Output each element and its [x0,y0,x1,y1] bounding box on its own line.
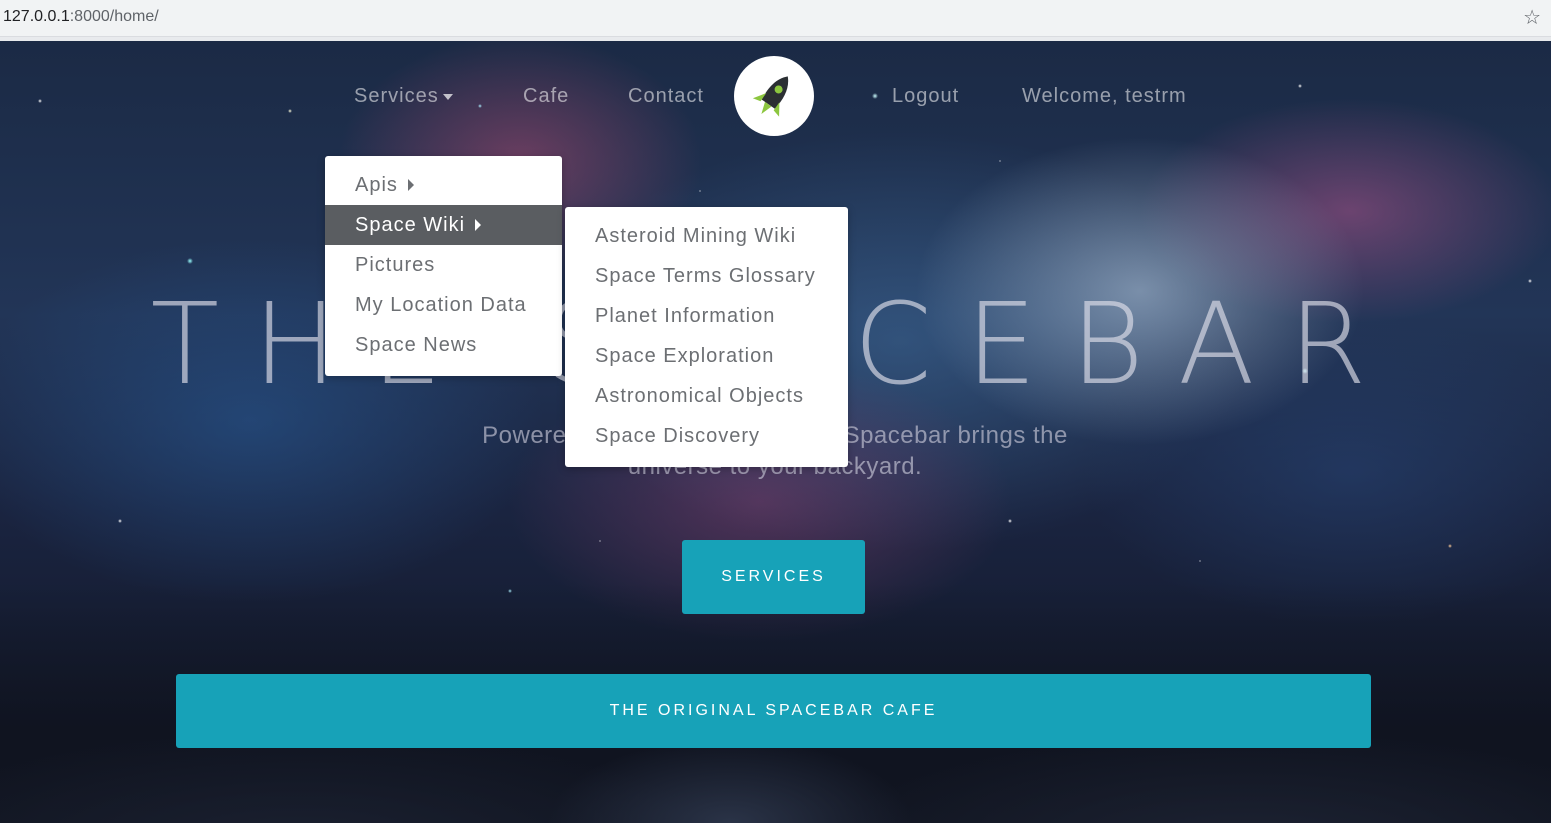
services-button[interactable]: SERVICES [682,540,865,614]
nav-logout[interactable]: Logout [892,85,959,108]
space-wiki-submenu: Asteroid Mining Wiki Space Terms Glossar… [565,207,848,467]
menu-item-space-wiki[interactable]: Space Wiki [325,205,562,245]
url-host: 127.0.0.1 [3,8,70,25]
submenu-item-space-discovery[interactable]: Space Discovery [565,416,848,456]
star-icon[interactable]: ☆ [1523,5,1541,29]
submenu-item-space-exploration[interactable]: Space Exploration [565,336,848,376]
submenu-item-planet-information[interactable]: Planet Information [565,296,848,336]
menu-item-label: Space Wiki [355,213,466,236]
caret-right-icon [475,219,482,231]
menu-item-pictures[interactable]: Pictures [325,245,562,285]
cafe-button[interactable]: THE ORIGINAL SPACEBAR CAFE [176,674,1371,748]
nav-cafe[interactable]: Cafe [523,85,569,108]
menu-item-label: Apis [355,173,398,196]
caret-right-icon [407,179,414,191]
nav-welcome: Welcome, testrm [1022,85,1187,107]
rocket-logo[interactable] [734,56,814,136]
nav-contact[interactable]: Contact [628,85,704,108]
menu-item-my-location-data[interactable]: My Location Data [325,285,562,325]
main-nav: Services Cafe Contact Logout Welcome, te… [0,41,1551,151]
menu-item-space-news[interactable]: Space News [325,325,562,365]
submenu-item-asteroid-mining-wiki[interactable]: Asteroid Mining Wiki [565,216,848,256]
url-path: :8000/home/ [69,8,159,25]
menu-item-apis[interactable]: Apis [325,165,562,205]
nav-services-label: Services [354,85,439,107]
rocket-icon [752,76,789,117]
submenu-item-space-terms-glossary[interactable]: Space Terms Glossary [565,256,848,296]
services-dropdown: Apis Space Wiki Pictures My Location Dat… [325,156,562,376]
url-text[interactable]: 127.0.0.1:8000/home/ [3,8,159,26]
submenu-item-astronomical-objects[interactable]: Astronomical Objects [565,376,848,416]
caret-down-icon [442,93,453,100]
nav-services[interactable]: Services [354,85,453,108]
address-bar[interactable]: 127.0.0.1:8000/home/ ☆ [0,0,1551,37]
